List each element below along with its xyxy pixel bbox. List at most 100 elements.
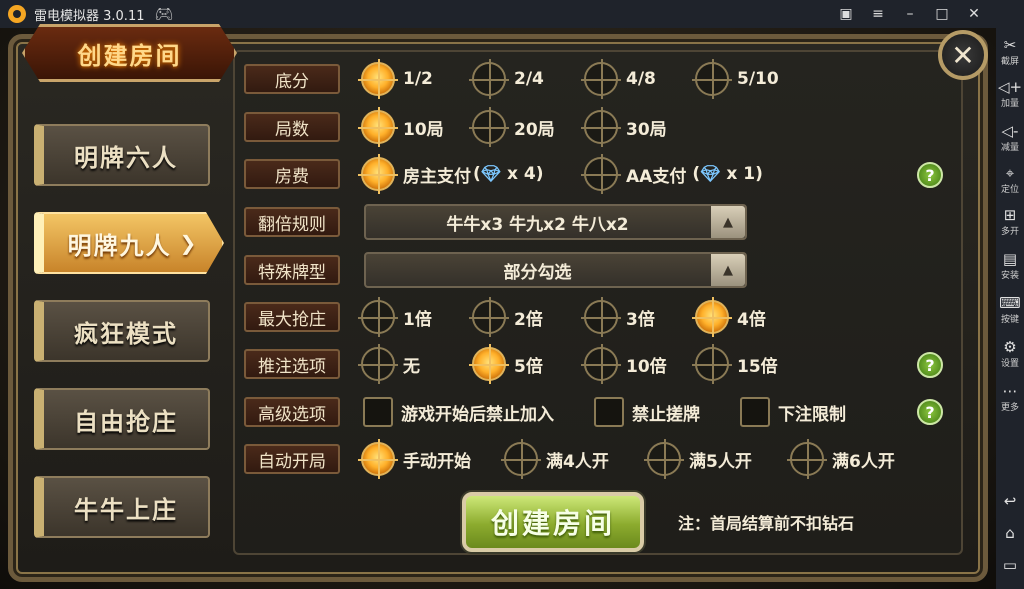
option-rounds-1[interactable]: 10局: [358, 107, 444, 147]
radio[interactable]: [581, 154, 621, 194]
option-label: 禁止搓牌: [632, 404, 700, 425]
location-button[interactable]: ⌖ 定位: [996, 164, 1024, 195]
radio-selected[interactable]: [358, 59, 398, 99]
radio-selected[interactable]: [358, 154, 398, 194]
checkbox[interactable]: [363, 397, 393, 427]
radio[interactable]: [581, 107, 621, 147]
option-max-banker-3[interactable]: 3倍: [581, 297, 655, 337]
more-button[interactable]: ⋯ 更多: [996, 382, 1024, 413]
mode-tab-niuniu-banker[interactable]: 牛牛上庄: [34, 476, 210, 538]
help-advanced-icon[interactable]: ?: [917, 399, 943, 425]
maximize-icon[interactable]: □: [926, 6, 958, 22]
option-label: 4倍: [737, 309, 766, 330]
option-rounds-2[interactable]: 20局: [469, 107, 555, 147]
emulator-title-bar: 雷电模拟器 3.0.11 🎮︎ ▣ ≡ – □ ✕: [0, 0, 1024, 28]
radio[interactable]: [787, 439, 827, 479]
option-auto-start-6[interactable]: 满6人开: [787, 439, 895, 479]
radio[interactable]: [644, 439, 684, 479]
chevron-up-icon[interactable]: ▲: [711, 254, 745, 286]
double-rule-dropdown[interactable]: 牛牛x3 牛九x2 牛八x2 ▲: [364, 204, 747, 240]
menu-icon[interactable]: ≡: [862, 6, 894, 22]
close-icon[interactable]: ✕: [958, 6, 990, 22]
close-icon: ✕: [951, 38, 975, 72]
option-auto-start-5[interactable]: 满5人开: [644, 439, 752, 479]
mode-tab-nine-open[interactable]: 明牌九人 ❯: [34, 212, 224, 274]
radio[interactable]: [581, 297, 621, 337]
label-double-rule: 翻倍规则: [244, 207, 340, 237]
mode-tab-label: 明牌六人: [74, 143, 178, 172]
checkbox[interactable]: [594, 397, 624, 427]
option-label: 15倍: [737, 356, 778, 377]
radio[interactable]: [692, 344, 732, 384]
radio-selected[interactable]: [358, 439, 398, 479]
label-advanced: 高级选项: [244, 397, 340, 427]
gift-icon[interactable]: ▣: [830, 6, 862, 22]
option-max-banker-1[interactable]: 1倍: [358, 297, 432, 337]
option-base-score-4[interactable]: 5/10: [692, 59, 779, 99]
radio[interactable]: [581, 344, 621, 384]
option-push-bet-1[interactable]: 无: [358, 344, 420, 384]
apk-install-button[interactable]: ▤ 安装: [996, 250, 1024, 281]
checkbox[interactable]: [740, 397, 770, 427]
option-base-score-1[interactable]: 1/2: [358, 59, 433, 99]
mode-tab-crazy[interactable]: 疯狂模式: [34, 300, 210, 362]
radio[interactable]: [469, 297, 509, 337]
option-room-fee-aa[interactable]: AA支付 (💎︎ x 1): [581, 154, 763, 194]
home-button[interactable]: ⌂: [996, 524, 1024, 542]
volume-up-button[interactable]: ◁+ 加量: [996, 78, 1024, 109]
back-button[interactable]: ↩: [996, 492, 1024, 510]
option-push-bet-2[interactable]: 5倍: [469, 344, 543, 384]
radio[interactable]: [581, 59, 621, 99]
settings-button[interactable]: ⚙ 设置: [996, 338, 1024, 369]
recent-apps-button[interactable]: ▭: [996, 556, 1024, 574]
option-push-bet-4[interactable]: 15倍: [692, 344, 778, 384]
radio-selected[interactable]: [469, 344, 509, 384]
mode-tab-six-open[interactable]: 明牌六人: [34, 124, 210, 186]
mode-tab-label: 自由抢庄: [74, 407, 178, 436]
option-no-card-rubbing[interactable]: 禁止搓牌: [594, 395, 700, 429]
create-room-button[interactable]: 创建房间: [462, 492, 644, 552]
volume-down-button[interactable]: ◁- 减量: [996, 122, 1024, 153]
option-room-fee-owner[interactable]: 房主支付 (💎︎ x 4): [358, 154, 544, 194]
radio[interactable]: [469, 59, 509, 99]
multi-open-button[interactable]: ⊞ 多开: [996, 206, 1024, 237]
minimize-icon[interactable]: –: [894, 6, 926, 22]
option-bet-limit[interactable]: 下注限制: [740, 395, 846, 429]
gamepad-icon[interactable]: 🎮︎: [154, 5, 173, 23]
option-label: 10局: [403, 119, 444, 140]
radio[interactable]: [358, 344, 398, 384]
option-base-score-2[interactable]: 2/4: [469, 59, 544, 99]
option-push-bet-3[interactable]: 10倍: [581, 344, 667, 384]
option-label: 游戏开始后禁止加入: [401, 404, 554, 425]
option-label: 5倍: [514, 356, 543, 377]
option-auto-start-manual[interactable]: 手动开始: [358, 439, 471, 479]
special-hand-dropdown[interactable]: 部分勾选 ▲: [364, 252, 747, 288]
radio[interactable]: [358, 297, 398, 337]
close-panel-button[interactable]: ✕: [938, 30, 988, 80]
toolbar-label: 按键: [1000, 315, 1019, 325]
radio-selected[interactable]: [692, 297, 732, 337]
option-label: 5/10: [737, 69, 779, 89]
help-room-fee-icon[interactable]: ?: [917, 162, 943, 188]
option-max-banker-4[interactable]: 4倍: [692, 297, 766, 337]
diamond-count: x 1: [726, 164, 756, 184]
keyboard-button[interactable]: ⌨ 按键: [996, 294, 1024, 325]
option-label: 20局: [514, 119, 555, 140]
option-rounds-3[interactable]: 30局: [581, 107, 667, 147]
option-auto-start-4[interactable]: 满4人开: [501, 439, 609, 479]
option-no-join-after-start[interactable]: 游戏开始后禁止加入: [363, 395, 554, 429]
fee-amount: (💎︎ x 1): [692, 164, 763, 184]
help-push-bet-icon[interactable]: ?: [917, 352, 943, 378]
option-label: 30局: [626, 119, 667, 140]
radio[interactable]: [469, 107, 509, 147]
option-base-score-3[interactable]: 4/8: [581, 59, 656, 99]
header-label: 创建房间: [77, 41, 182, 70]
radio[interactable]: [692, 59, 732, 99]
option-label: 10倍: [626, 356, 667, 377]
radio[interactable]: [501, 439, 541, 479]
screenshot-button[interactable]: ✂ 截屏: [996, 36, 1024, 67]
radio-selected[interactable]: [358, 107, 398, 147]
option-max-banker-2[interactable]: 2倍: [469, 297, 543, 337]
chevron-up-icon[interactable]: ▲: [711, 206, 745, 238]
mode-tab-free-banker[interactable]: 自由抢庄: [34, 388, 210, 450]
